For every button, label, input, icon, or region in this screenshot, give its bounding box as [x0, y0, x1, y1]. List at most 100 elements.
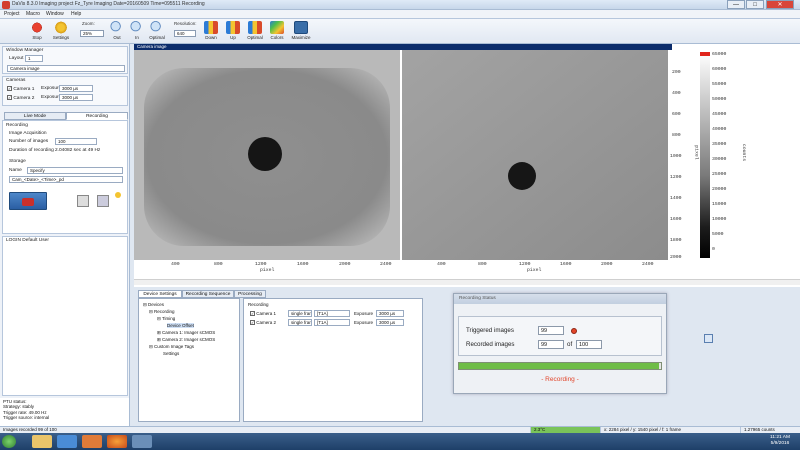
zoom-in-button[interactable]: In: [126, 20, 148, 43]
settings-button[interactable]: Settings: [50, 20, 72, 43]
menu-macro[interactable]: Macro: [26, 11, 40, 17]
view-select[interactable]: Camera image: [7, 65, 125, 72]
total-value: 100: [576, 340, 602, 349]
tab-recording-sequence[interactable]: Recording Sequence: [182, 290, 234, 298]
rec-camera1-checkbox[interactable]: ✓: [250, 311, 255, 317]
y-axis-label: pixel: [693, 145, 699, 160]
info-icon[interactable]: [115, 192, 121, 198]
rec-camera1-mode[interactable]: single frame: [288, 310, 312, 317]
camera2-row: ✓ Camera 2: [7, 95, 35, 101]
tab-device-settings[interactable]: Device Settings: [138, 290, 182, 298]
x-tick: 1200: [255, 262, 267, 267]
close-button[interactable]: ✕: [766, 0, 794, 9]
x-tick: 400: [437, 262, 446, 267]
minimize-button[interactable]: —: [727, 0, 745, 9]
tree-node[interactable]: Settings: [163, 351, 179, 356]
rec-camera2-code[interactable]: [T1A]: [314, 319, 350, 326]
tree-node[interactable]: ⊟ Timing: [157, 316, 175, 322]
user-text: LOGIN Default User: [6, 238, 49, 243]
app-taskbar-icon[interactable]: [132, 435, 152, 448]
rec-camera2-exposure[interactable]: 3000 µs: [376, 319, 404, 326]
path-input[interactable]: Cam_<Date>_<Time>_pd: [9, 176, 123, 183]
firefox-icon[interactable]: [107, 435, 127, 448]
name-select[interactable]: Specify: [27, 167, 123, 174]
color-optimal-button[interactable]: Optimal: [244, 20, 266, 43]
up-button[interactable]: Up: [222, 20, 244, 43]
camera1-image[interactable]: [134, 50, 400, 260]
start-button[interactable]: [2, 435, 16, 448]
stop-button[interactable]: Stop: [26, 20, 48, 43]
tab-recording[interactable]: Recording: [66, 112, 128, 120]
y-tick: 1200: [670, 175, 682, 180]
dialog-title: Recording Status: [454, 294, 666, 304]
record-button[interactable]: [9, 192, 47, 210]
colorbar-tick: 50000: [712, 97, 727, 102]
colorbar-tick: 10000: [712, 217, 727, 222]
menu-window[interactable]: Window: [46, 11, 64, 17]
maximize-view-icon: [294, 21, 308, 34]
tab-live-mode[interactable]: Live Mode: [4, 112, 66, 120]
gear-icon: [54, 21, 68, 34]
window-manager-box: Window Manager Layout 1 Camera image: [2, 46, 128, 74]
tree-node[interactable]: ⊞ Camera 2: Imager sCMOS: [157, 337, 215, 343]
network-icon[interactable]: [704, 334, 713, 343]
status-group: [458, 316, 662, 356]
tree-node[interactable]: ⊟ Recording: [149, 309, 175, 315]
y-tick: 400: [672, 91, 681, 96]
down-button[interactable]: Down: [200, 20, 222, 43]
zoom-select[interactable]: 25%: [80, 30, 104, 37]
image-acquisition-title: Image Acquisition: [9, 131, 47, 136]
palette-icon: [270, 21, 284, 34]
ptu-status-area: PTU status: Strategy: stably Trigger rat…: [0, 398, 130, 426]
maximize-button[interactable]: □: [746, 0, 764, 9]
rec-camera1-exposure[interactable]: 3000 µs: [376, 310, 404, 317]
camera1-row: ✓ Camera 1: [7, 86, 35, 92]
x-axis-label-2: pixel: [527, 268, 542, 273]
clock[interactable]: 11:21 AM 5/9/2016: [760, 435, 800, 447]
tab-processing[interactable]: Processing: [234, 290, 266, 298]
layout-select[interactable]: 1: [25, 55, 43, 62]
camera2-exposure-input[interactable]: 3000 µs: [59, 94, 93, 101]
camera2-image[interactable]: [402, 50, 668, 260]
tree-node-selected[interactable]: Device Offset: [167, 323, 194, 328]
colors-button[interactable]: Colors: [266, 20, 288, 43]
title-bar: DaVis 8.3.0 Imaging project Fz_Tyre Imag…: [0, 0, 800, 10]
layout-label: Layout: [9, 56, 24, 61]
recording-status-dialog: Recording Status Triggered images 99 Rec…: [453, 293, 667, 394]
toolbar: Stop Settings Zoom: 25% Out In Optimal R…: [0, 19, 800, 44]
rec-camera2-checkbox[interactable]: ✓: [250, 320, 255, 326]
colorbar-tick: 25000: [712, 172, 727, 177]
rec-camera1-code[interactable]: [T1A]: [314, 310, 350, 317]
trigger-led-icon: [571, 328, 577, 334]
camera1-checkbox[interactable]: ✓: [7, 86, 12, 91]
clock-date: 5/9/2016: [770, 441, 790, 446]
menu-help[interactable]: Help: [71, 11, 81, 17]
menu-project[interactable]: Project: [4, 11, 20, 17]
media-player-icon[interactable]: [57, 435, 77, 448]
colorbar-tick: 55000: [712, 82, 727, 87]
save-icon[interactable]: [97, 195, 109, 207]
maximize-view-button[interactable]: Maximize: [290, 20, 312, 43]
rec-camera1-exposure-label: Exposure: [354, 311, 374, 316]
print-icon[interactable]: [77, 195, 89, 207]
camera1-exposure-input[interactable]: 3000 µs: [59, 85, 93, 92]
resolution-select[interactable]: 640: [174, 30, 196, 37]
explorer-icon[interactable]: [32, 435, 52, 448]
zoom-optimal-button[interactable]: Optimal: [146, 20, 168, 43]
tree-node[interactable]: ⊟ Custom Image Tags: [149, 344, 194, 350]
colorbar-tick: 15000: [712, 202, 727, 207]
media-icon[interactable]: [82, 435, 102, 448]
rec-camera2-mode[interactable]: single frame: [288, 319, 312, 326]
colorbar-tick: 40000: [712, 127, 727, 132]
zoom-out-button[interactable]: Out: [106, 20, 128, 43]
camera-box: Cameras ✓ Camera 1 Exposure 3000 µs ✓ Ca…: [2, 76, 128, 106]
taskbar: 11:21 AM 5/9/2016: [0, 433, 800, 450]
tree-node[interactable]: ⊟ Devices: [143, 302, 164, 308]
x-tick: 2000: [601, 262, 613, 267]
horizontal-scrollbar[interactable]: [134, 279, 800, 285]
zoom-label: Zoom:: [82, 21, 95, 26]
camera2-checkbox[interactable]: ✓: [7, 95, 12, 100]
tree-node[interactable]: ⊞ Camera 1: Imager sCMOS: [157, 330, 215, 336]
colorbar-label: counts: [741, 143, 747, 162]
num-images-input[interactable]: 100: [55, 138, 97, 145]
